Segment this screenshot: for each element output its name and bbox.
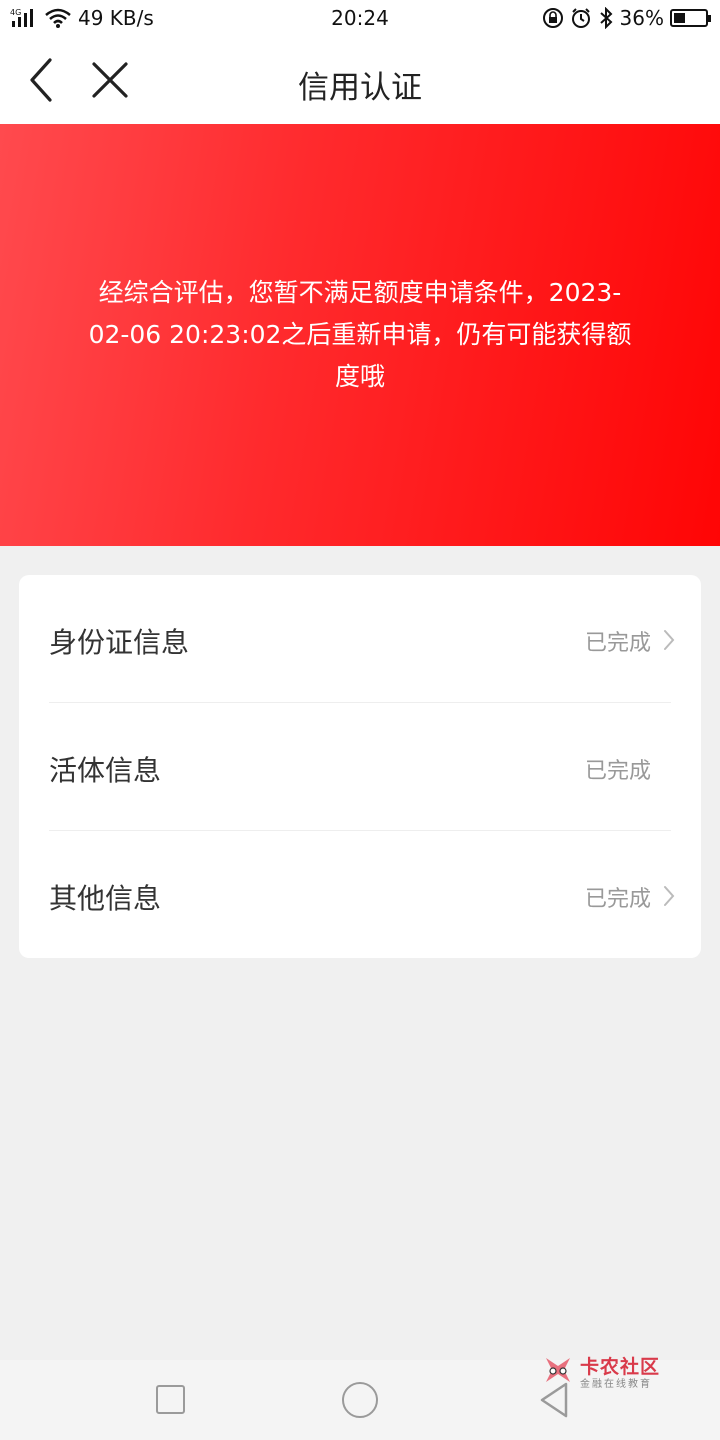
watermark: 卡农社区 金融在线教育	[540, 1352, 670, 1392]
status-text: 已完成	[584, 631, 651, 656]
recents-button[interactable]	[156, 1385, 185, 1414]
battery-icon	[670, 9, 711, 27]
chevron-right-icon	[664, 886, 675, 906]
bluetooth-icon	[599, 7, 612, 29]
rotation-lock-icon	[542, 8, 563, 28]
watermark-tagline: 金融在线教育	[580, 1379, 652, 1390]
list-item-label: 身份证信息	[49, 626, 190, 659]
watermark-logo-icon	[546, 1358, 570, 1382]
battery-level	[674, 13, 685, 23]
status-text: 已完成	[584, 759, 651, 784]
app-header: 信用认证	[0, 38, 720, 124]
list-item-other[interactable]: 其他信息 已完成	[49, 831, 675, 959]
page-title: 信用认证	[298, 70, 422, 106]
verification-card: 身份证信息 已完成 活体信息 已完成 其他信息 已完成	[19, 575, 701, 958]
status-bar: 4G 49 KB/s 20:24 36%	[0, 0, 720, 38]
list-item-label: 其他信息	[49, 882, 162, 915]
list-item-label: 活体信息	[49, 754, 162, 787]
status-text: 已完成	[584, 887, 651, 912]
list-item-liveness[interactable]: 活体信息 已完成	[49, 703, 671, 831]
battery-percent: 36%	[619, 6, 664, 30]
banner-message: 经综合评估，您暂不满足额度申请条件，2023-02-06 20:23:02之后重…	[88, 278, 632, 391]
status-right: 36%	[542, 6, 711, 30]
home-button[interactable]	[342, 1382, 378, 1418]
chevron-right-icon	[664, 630, 675, 650]
result-banner: 经综合评估，您暂不满足额度申请条件，2023-02-06 20:23:02之后重…	[0, 124, 720, 546]
alarm-icon	[571, 8, 590, 28]
list-item-id-card[interactable]: 身份证信息 已完成	[49, 575, 675, 703]
